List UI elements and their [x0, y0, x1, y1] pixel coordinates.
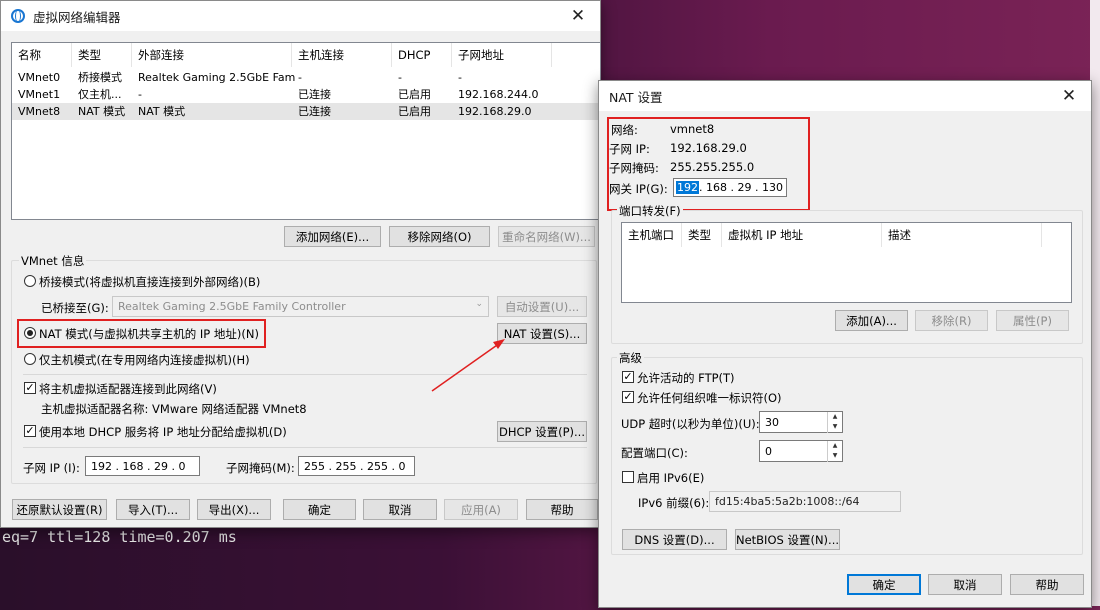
port-forwarding-label: 端口转发(F): [617, 203, 683, 219]
spin-down-icon[interactable]: ▼: [828, 451, 842, 461]
nat-ok-button[interactable]: 确定: [847, 574, 921, 595]
allow-uid-label: 允许任何组织唯一标识符(O): [637, 391, 782, 405]
nat-settings-window: NAT 设置 ✕ 网络: vmnet8 子网 IP: 192.168.29.0 …: [598, 80, 1092, 608]
spin-up-icon[interactable]: ▲: [828, 441, 842, 451]
pf-remove-button[interactable]: 移除(R): [915, 310, 988, 331]
pf-col-type[interactable]: 类型: [682, 223, 722, 247]
nat-info-highlight: [607, 117, 810, 211]
pf-col-description[interactable]: 描述: [882, 223, 1042, 247]
pf-col-vm-ip[interactable]: 虚拟机 IP 地址: [722, 223, 882, 247]
close-icon[interactable]: ✕: [1047, 81, 1091, 111]
config-port-field[interactable]: 0 ▲ ▼: [759, 440, 843, 462]
nat-cancel-button[interactable]: 取消: [928, 574, 1002, 595]
port-forwarding-table: 主机端口 类型 虚拟机 IP 地址 描述: [621, 222, 1072, 303]
nat-help-button[interactable]: 帮助: [1010, 574, 1084, 595]
nat-window-title: NAT 设置: [609, 89, 663, 105]
advanced-label: 高级: [617, 350, 644, 366]
config-port-spinner[interactable]: ▲ ▼: [827, 441, 842, 462]
udp-timeout-field[interactable]: 30 ▲ ▼: [759, 411, 843, 433]
udp-timeout-label: UDP 超时(以秒为单位)(U):: [621, 417, 760, 431]
netbios-settings-button[interactable]: NetBIOS 设置(N)...: [735, 529, 840, 550]
ipv6-prefix-label: IPv6 前缀(6):: [638, 496, 710, 510]
enable-ipv6-checkbox[interactable]: [622, 471, 634, 483]
allow-ftp-label: 允许活动的 FTP(T): [637, 371, 735, 385]
pf-properties-button[interactable]: 属性(P): [996, 310, 1069, 331]
udp-timeout-spinner[interactable]: ▲ ▼: [827, 412, 842, 433]
config-port-value: 0: [765, 444, 772, 458]
dns-settings-button[interactable]: DNS 设置(D)...: [622, 529, 727, 550]
udp-timeout-value: 30: [765, 415, 779, 429]
spin-up-icon[interactable]: ▲: [828, 412, 842, 422]
allow-ftp-checkbox[interactable]: ✓: [622, 371, 634, 383]
nat-title-bar: NAT 设置 ✕: [599, 81, 1091, 111]
spin-down-icon[interactable]: ▼: [828, 422, 842, 432]
enable-ipv6-label: 启用 IPv6(E): [637, 471, 705, 485]
allow-uid-checkbox[interactable]: ✓: [622, 391, 634, 403]
config-port-label: 配置端口(C):: [621, 446, 688, 460]
pf-col-host-port[interactable]: 主机端口: [622, 223, 682, 247]
ipv6-prefix-field[interactable]: fd15:4ba5:5a2b:1008::/64: [709, 491, 901, 512]
pf-add-button[interactable]: 添加(A)...: [835, 310, 908, 331]
